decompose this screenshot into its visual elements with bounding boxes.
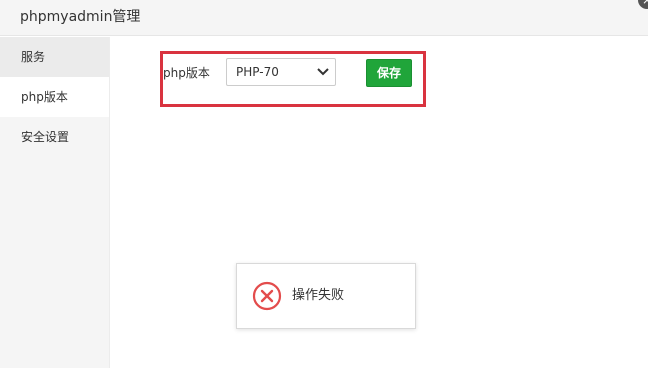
- highlight-annotation-box: [160, 51, 426, 107]
- sidebar-item-php-version[interactable]: php版本: [0, 77, 109, 117]
- sidebar-item-security[interactable]: 安全设置: [0, 117, 109, 157]
- error-x-circle-icon: [252, 281, 282, 311]
- toast-message: 操作失败: [292, 288, 345, 303]
- sidebar: 服务 php版本 安全设置: [0, 37, 110, 368]
- error-toast: 操作失败: [236, 263, 416, 329]
- sidebar-item-service[interactable]: 服务: [0, 37, 109, 77]
- phpmyadmin-dialog: phpmyadmin管理 × 服务 php版本 安全设置 php版本 PHP-7…: [0, 0, 648, 368]
- dialog-titlebar: phpmyadmin管理: [0, 0, 648, 36]
- dialog-title: phpmyadmin管理: [20, 9, 141, 25]
